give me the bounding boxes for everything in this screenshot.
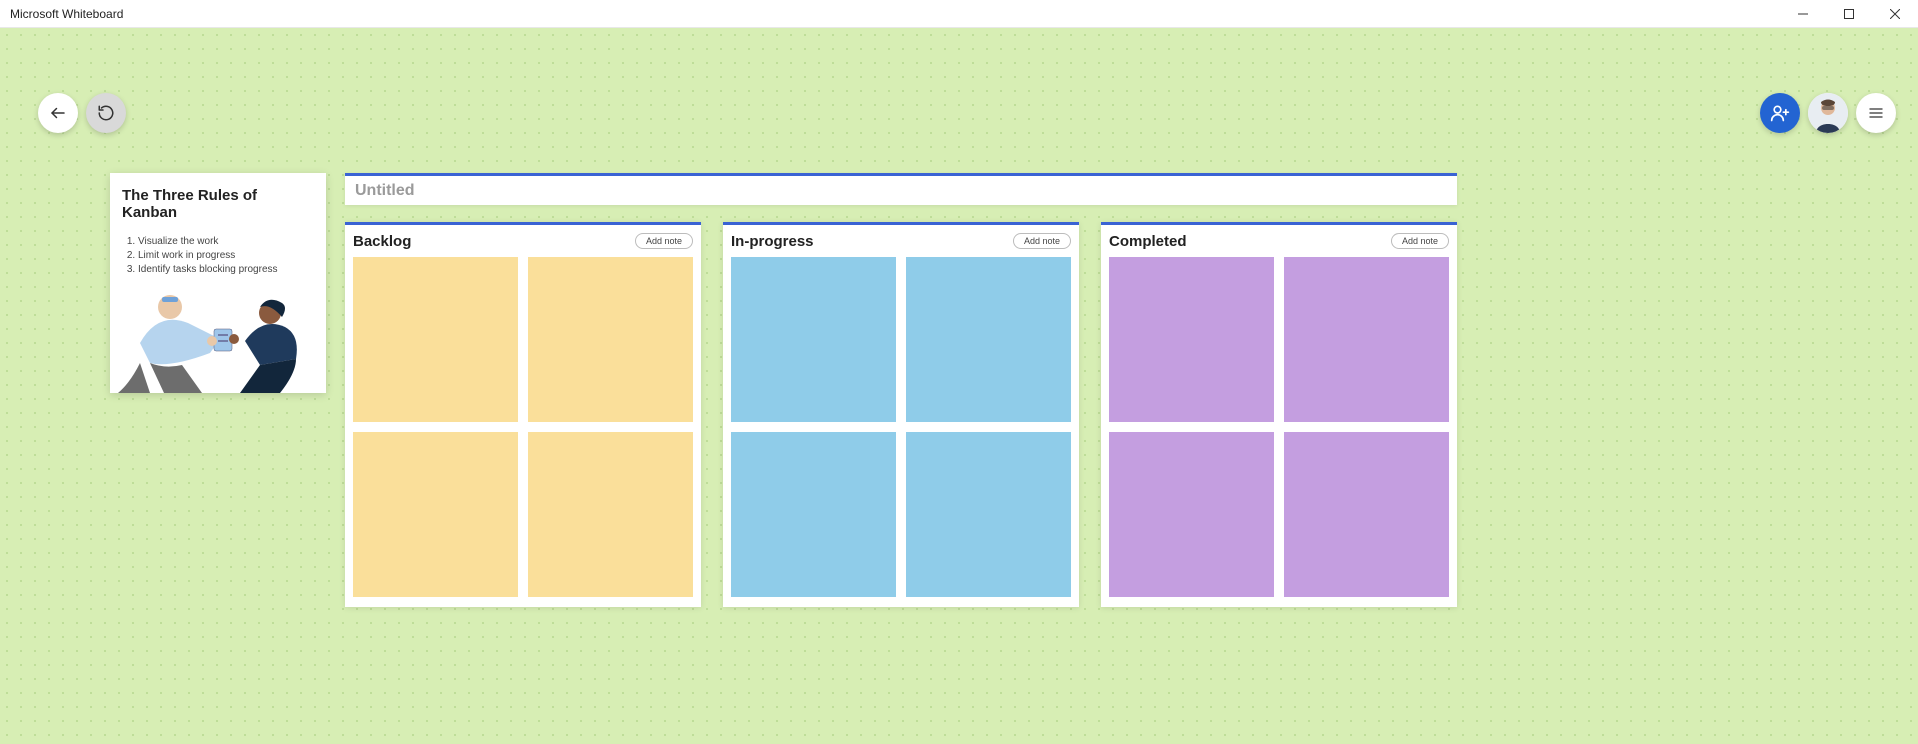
info-card-rule-list: Visualize the work Limit work in progres… bbox=[122, 235, 314, 277]
add-note-button[interactable]: Add note bbox=[635, 233, 693, 249]
sticky-note[interactable] bbox=[906, 257, 1071, 422]
person-add-icon bbox=[1770, 103, 1790, 123]
column-header: In-progress Add note bbox=[731, 229, 1071, 253]
sticky-note[interactable] bbox=[353, 257, 518, 422]
undo-button[interactable] bbox=[86, 93, 126, 133]
sticky-note[interactable] bbox=[1284, 257, 1449, 422]
hamburger-icon bbox=[1868, 105, 1884, 121]
info-card-illustration bbox=[110, 273, 326, 393]
sticky-note[interactable] bbox=[731, 257, 896, 422]
column-title: Backlog bbox=[353, 233, 411, 250]
menu-button[interactable] bbox=[1856, 93, 1896, 133]
invite-button[interactable] bbox=[1760, 93, 1800, 133]
sticky-note[interactable] bbox=[528, 432, 693, 597]
notes-grid bbox=[731, 257, 1071, 597]
minimize-icon bbox=[1798, 9, 1808, 19]
user-avatar bbox=[1808, 93, 1848, 133]
info-card-rule: Visualize the work bbox=[138, 235, 314, 249]
back-arrow-icon bbox=[49, 104, 67, 122]
sticky-note[interactable] bbox=[1109, 257, 1274, 422]
board-title: Untitled bbox=[355, 182, 415, 200]
column-in-progress[interactable]: In-progress Add note bbox=[723, 222, 1079, 607]
column-backlog[interactable]: Backlog Add note bbox=[345, 222, 701, 607]
column-completed[interactable]: Completed Add note bbox=[1101, 222, 1457, 607]
column-header: Backlog Add note bbox=[353, 229, 693, 253]
minimize-button[interactable] bbox=[1780, 0, 1826, 28]
kanban-rules-card[interactable]: The Three Rules of Kanban Visualize the … bbox=[110, 173, 326, 393]
user-avatar-button[interactable] bbox=[1808, 93, 1848, 133]
maximize-icon bbox=[1844, 9, 1854, 19]
back-button[interactable] bbox=[38, 93, 78, 133]
window-titlebar: Microsoft Whiteboard bbox=[0, 0, 1918, 28]
column-title: In-progress bbox=[731, 233, 814, 250]
notes-grid bbox=[353, 257, 693, 597]
sticky-note[interactable] bbox=[1284, 432, 1449, 597]
board-title-strip[interactable]: Untitled bbox=[345, 173, 1457, 205]
column-title: Completed bbox=[1109, 233, 1187, 250]
sticky-note[interactable] bbox=[353, 432, 518, 597]
close-icon bbox=[1890, 9, 1900, 19]
info-card-heading: The Three Rules of Kanban bbox=[122, 187, 314, 221]
kanban-board: Backlog Add note In-progress Add note bbox=[345, 222, 1457, 607]
maximize-button[interactable] bbox=[1826, 0, 1872, 28]
window-controls bbox=[1780, 0, 1918, 28]
sticky-note[interactable] bbox=[1109, 432, 1274, 597]
add-note-button[interactable]: Add note bbox=[1391, 233, 1449, 249]
sticky-note[interactable] bbox=[731, 432, 896, 597]
sticky-note[interactable] bbox=[906, 432, 1071, 597]
notes-grid bbox=[1109, 257, 1449, 597]
sticky-note[interactable] bbox=[528, 257, 693, 422]
add-note-button[interactable]: Add note bbox=[1013, 233, 1071, 249]
whiteboard-canvas[interactable]: The Three Rules of Kanban Visualize the … bbox=[0, 28, 1918, 744]
column-header: Completed Add note bbox=[1109, 229, 1449, 253]
close-button[interactable] bbox=[1872, 0, 1918, 28]
app-title: Microsoft Whiteboard bbox=[10, 7, 123, 21]
info-card-rule: Limit work in progress bbox=[138, 249, 314, 263]
undo-icon bbox=[97, 104, 115, 122]
